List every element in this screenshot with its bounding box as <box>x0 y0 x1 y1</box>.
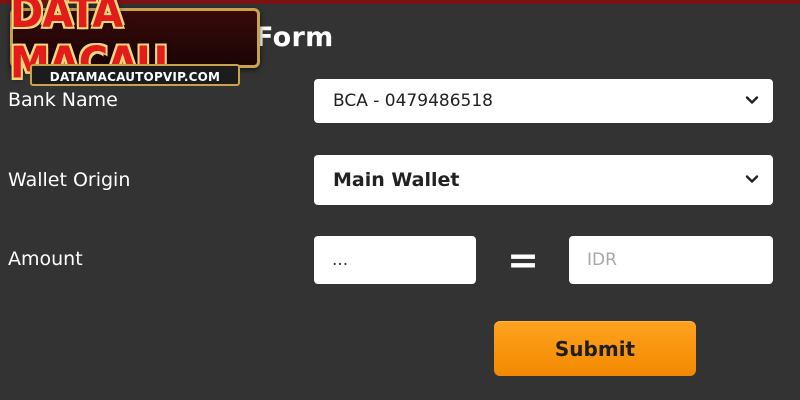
bank-name-value: BCA - 0479486518 <box>333 91 493 111</box>
amount-label: Amount <box>8 248 83 270</box>
form-title-text: Form <box>255 22 334 53</box>
wallet-origin-label: Wallet Origin <box>8 169 131 191</box>
wallet-origin-select[interactable]: Main Wallet <box>314 155 773 205</box>
logo-url: DATAMACAUTOPVIP.COM <box>30 64 240 86</box>
amount-input[interactable]: ... <box>314 236 476 284</box>
amount-input-placeholder: ... <box>332 250 349 270</box>
logo-banner: DATA MACAU <box>10 0 260 89</box>
equals-sign: = <box>507 238 539 282</box>
idr-input-placeholder: IDR <box>587 250 617 270</box>
bank-name-select[interactable]: BCA - 0479486518 <box>314 79 773 123</box>
chevron-down-icon <box>745 175 759 183</box>
idr-input[interactable]: IDR <box>569 236 773 284</box>
wallet-origin-value: Main Wallet <box>333 169 460 191</box>
brand-logo: DATA MACAU DATAMACAUTOPVIP.COM <box>10 0 260 89</box>
chevron-down-icon <box>745 96 759 104</box>
submit-button[interactable]: Submit <box>494 321 696 376</box>
bank-name-label: Bank Name <box>8 89 118 111</box>
